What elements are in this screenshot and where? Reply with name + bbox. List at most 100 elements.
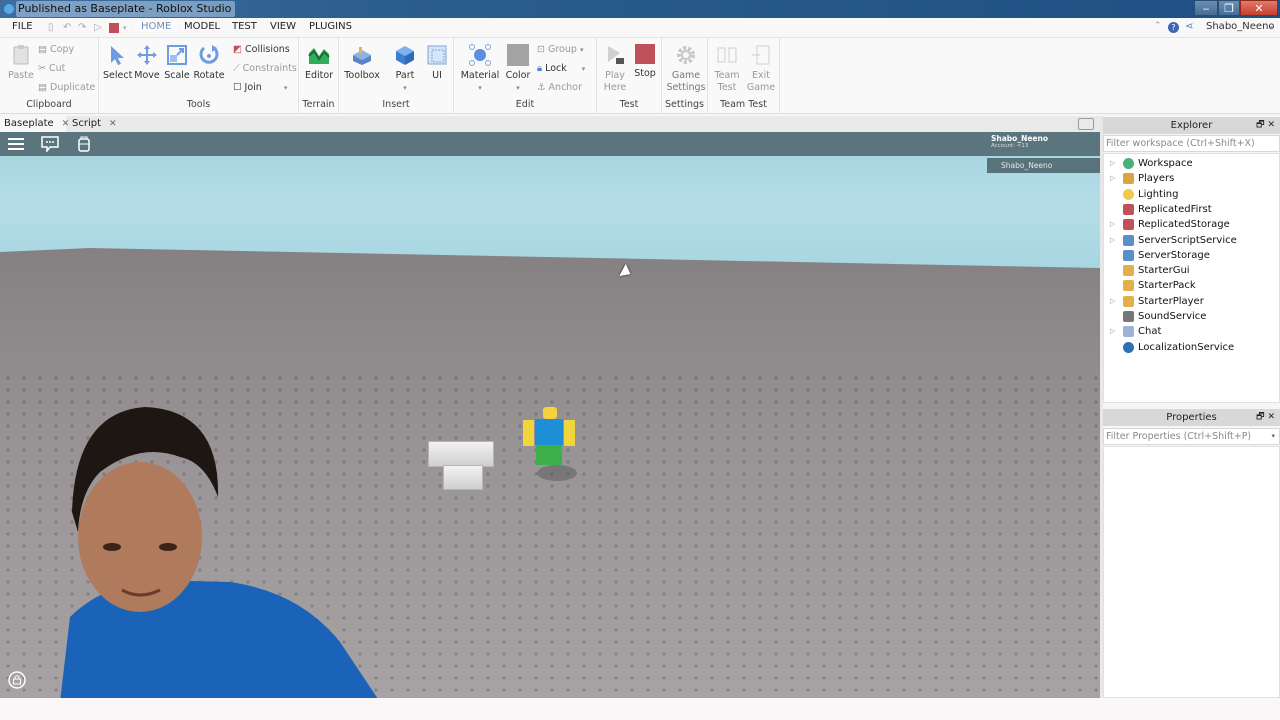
paste-button[interactable]: Paste (6, 44, 36, 82)
username-label[interactable]: Shabo_Neeno (1206, 21, 1275, 32)
cut-button[interactable]: ✂ Cut (38, 63, 65, 75)
lock-button[interactable]: 🔒︎ Lock ▾ (537, 63, 585, 75)
move-tool-button[interactable]: Move (133, 44, 161, 82)
tab-model[interactable]: MODEL (184, 21, 220, 32)
collapse-ribbon-icon[interactable]: ⌃ (1154, 21, 1162, 31)
explorer-item-label: StarterPack (1138, 280, 1196, 292)
undo-icon[interactable]: ↶ (63, 22, 71, 33)
tools-group: Select Move Scale Rotate ◩ Collisions ⟋ … (99, 38, 299, 114)
explorer-item-replicatedstorage[interactable]: ▷ ReplicatedStorage (1104, 217, 1279, 232)
lock-dropdown-icon[interactable]: ▾ (582, 65, 586, 73)
help-icon[interactable]: ? (1168, 22, 1179, 33)
team-test-group-label: Team Test (720, 99, 767, 110)
color-button[interactable]: Color ▾ (504, 44, 532, 94)
properties-filter-input[interactable]: Filter Properties (Ctrl+Shift+P) ▾ (1103, 428, 1280, 445)
play-here-button[interactable]: Play Here (601, 44, 629, 94)
close-tab-icon[interactable]: ✕ (109, 119, 117, 129)
chat-bubble-icon[interactable] (41, 136, 59, 152)
explorer-tree: ▷ Workspace ▷ Players Lighting ReplicatedFirs… (1103, 153, 1280, 403)
tab-test[interactable]: TEST (232, 21, 257, 32)
lock-label: Lock (545, 63, 567, 74)
float-panel-icon[interactable]: 🗗 (1256, 120, 1264, 130)
share-icon[interactable]: ⋖ (1185, 21, 1193, 32)
play-quick-icon[interactable]: ▷ (94, 22, 102, 33)
expand-arrow-icon[interactable]: ▷ (1110, 217, 1115, 232)
user-dropdown-icon[interactable]: ▾ (1270, 24, 1274, 32)
device-emulator-icon[interactable] (1078, 118, 1094, 130)
explorer-filter-input[interactable]: Filter workspace (Ctrl+Shift+X) (1103, 135, 1280, 152)
part-button[interactable]: Part ▾ (391, 44, 419, 94)
terrain-group: Editor Terrain (299, 38, 339, 114)
backpack-icon[interactable] (75, 136, 93, 152)
shift-lock-icon[interactable] (8, 671, 26, 689)
terrain-editor-button[interactable]: Editor (304, 44, 334, 82)
expand-arrow-icon[interactable]: ▷ (1110, 294, 1115, 309)
stop-button[interactable]: Stop (631, 44, 659, 80)
tab-script[interactable]: Script ✕ (68, 116, 118, 132)
redo-icon[interactable]: ↷ (78, 22, 86, 33)
maximize-button[interactable]: ❐ (1218, 0, 1240, 16)
float-panel-icon[interactable]: 🗗 (1256, 412, 1264, 422)
constraints-toggle[interactable]: ⟋ Constraints (233, 63, 297, 75)
anchor-button[interactable]: ⚓︎ Anchor (537, 82, 582, 94)
starter-player-icon (1123, 295, 1134, 307)
expand-arrow-icon[interactable]: ▷ (1110, 171, 1115, 186)
tab-home[interactable]: HOME (135, 21, 178, 32)
exit-game-button[interactable]: Exit Game (746, 44, 776, 94)
group-dropdown-icon[interactable]: ▾ (580, 46, 584, 54)
material-dropdown-icon[interactable]: ▾ (478, 84, 482, 92)
copy-button[interactable]: ▤ Copy (38, 44, 74, 56)
collisions-toggle[interactable]: ◩ Collisions (233, 44, 290, 56)
part-block-2[interactable] (443, 465, 483, 490)
scale-tool-button[interactable]: Scale (163, 44, 191, 82)
insert-group: Toolbox Part ▾ UI Insert (339, 38, 454, 114)
explorer-item-localizationservice[interactable]: LocalizationService (1104, 340, 1279, 355)
file-menu[interactable]: FILE (12, 21, 33, 32)
player-list-entry[interactable]: Shabo_Neeno (987, 158, 1100, 173)
material-button[interactable]: Material ▾ (460, 44, 500, 94)
explorer-item-lighting[interactable]: Lighting (1104, 187, 1279, 202)
join-dropdown-icon[interactable]: ▾ (284, 84, 288, 92)
tab-view[interactable]: VIEW (270, 21, 296, 32)
close-panel-icon[interactable]: ✕ (1267, 120, 1275, 130)
color-dropdown-icon[interactable]: ▾ (516, 84, 520, 92)
tab-baseplate[interactable]: Baseplate ✕ (0, 116, 69, 132)
part-block-1[interactable] (428, 441, 494, 467)
select-tool-button[interactable]: Select (103, 44, 132, 82)
material-label: Material (460, 70, 500, 81)
part-dropdown-icon[interactable]: ▾ (403, 84, 407, 92)
hamburger-menu-icon[interactable] (7, 136, 25, 152)
close-panel-icon[interactable]: ✕ (1267, 412, 1275, 422)
ui-button[interactable]: UI (425, 44, 449, 82)
minimize-button[interactable]: ‒ (1194, 0, 1218, 16)
quick-access-dropdown-icon[interactable]: ▾ (123, 24, 127, 32)
toolbox-button[interactable]: Toolbox (343, 44, 381, 82)
expand-arrow-icon[interactable]: ▷ (1110, 156, 1115, 171)
group-button[interactable]: ⊡ Group ▾ (537, 44, 583, 56)
expand-arrow-icon[interactable]: ▷ (1110, 324, 1115, 339)
duplicate-button[interactable]: ▤ Duplicate (38, 82, 95, 94)
explorer-item-startergui[interactable]: StarterGui (1104, 263, 1279, 278)
expand-arrow-icon[interactable]: ▷ (1110, 233, 1115, 248)
properties-filter-dropdown-icon[interactable]: ▾ (1271, 429, 1275, 444)
team-test-button[interactable]: Team Test (712, 44, 742, 94)
explorer-item-starterpack[interactable]: StarterPack (1104, 278, 1279, 293)
explorer-item-starterplayer[interactable]: ▷ StarterPlayer (1104, 294, 1279, 309)
explorer-item-serverscriptservice[interactable]: ▷ ServerScriptService (1104, 233, 1279, 248)
explorer-item-workspace[interactable]: ▷ Workspace (1104, 156, 1279, 171)
game-settings-button[interactable]: Game Settings (666, 44, 706, 94)
tab-plugins[interactable]: PLUGINS (309, 21, 352, 32)
3d-viewport[interactable]: Shabo_Neeno Account: <13 Shabo_Neeno (0, 132, 1100, 698)
explorer-item-players[interactable]: ▷ Players (1104, 171, 1279, 186)
rotate-tool-button[interactable]: Rotate (193, 44, 225, 82)
explorer-item-replicatedfirst[interactable]: ReplicatedFirst (1104, 202, 1279, 217)
explorer-item-chat[interactable]: ▷ Chat (1104, 324, 1279, 339)
webcam-overlay (60, 407, 378, 698)
stop-quick-icon[interactable] (109, 23, 119, 33)
close-button[interactable]: ✕ (1240, 0, 1278, 16)
play-here-label-2: Here (603, 82, 627, 93)
join-toggle[interactable]: ☐ Join ▾ (233, 82, 287, 94)
explorer-item-serverstorage[interactable]: ServerStorage (1104, 248, 1279, 263)
explorer-item-soundservice[interactable]: SoundService (1104, 309, 1279, 324)
new-file-icon[interactable]: ▯ (48, 22, 54, 33)
